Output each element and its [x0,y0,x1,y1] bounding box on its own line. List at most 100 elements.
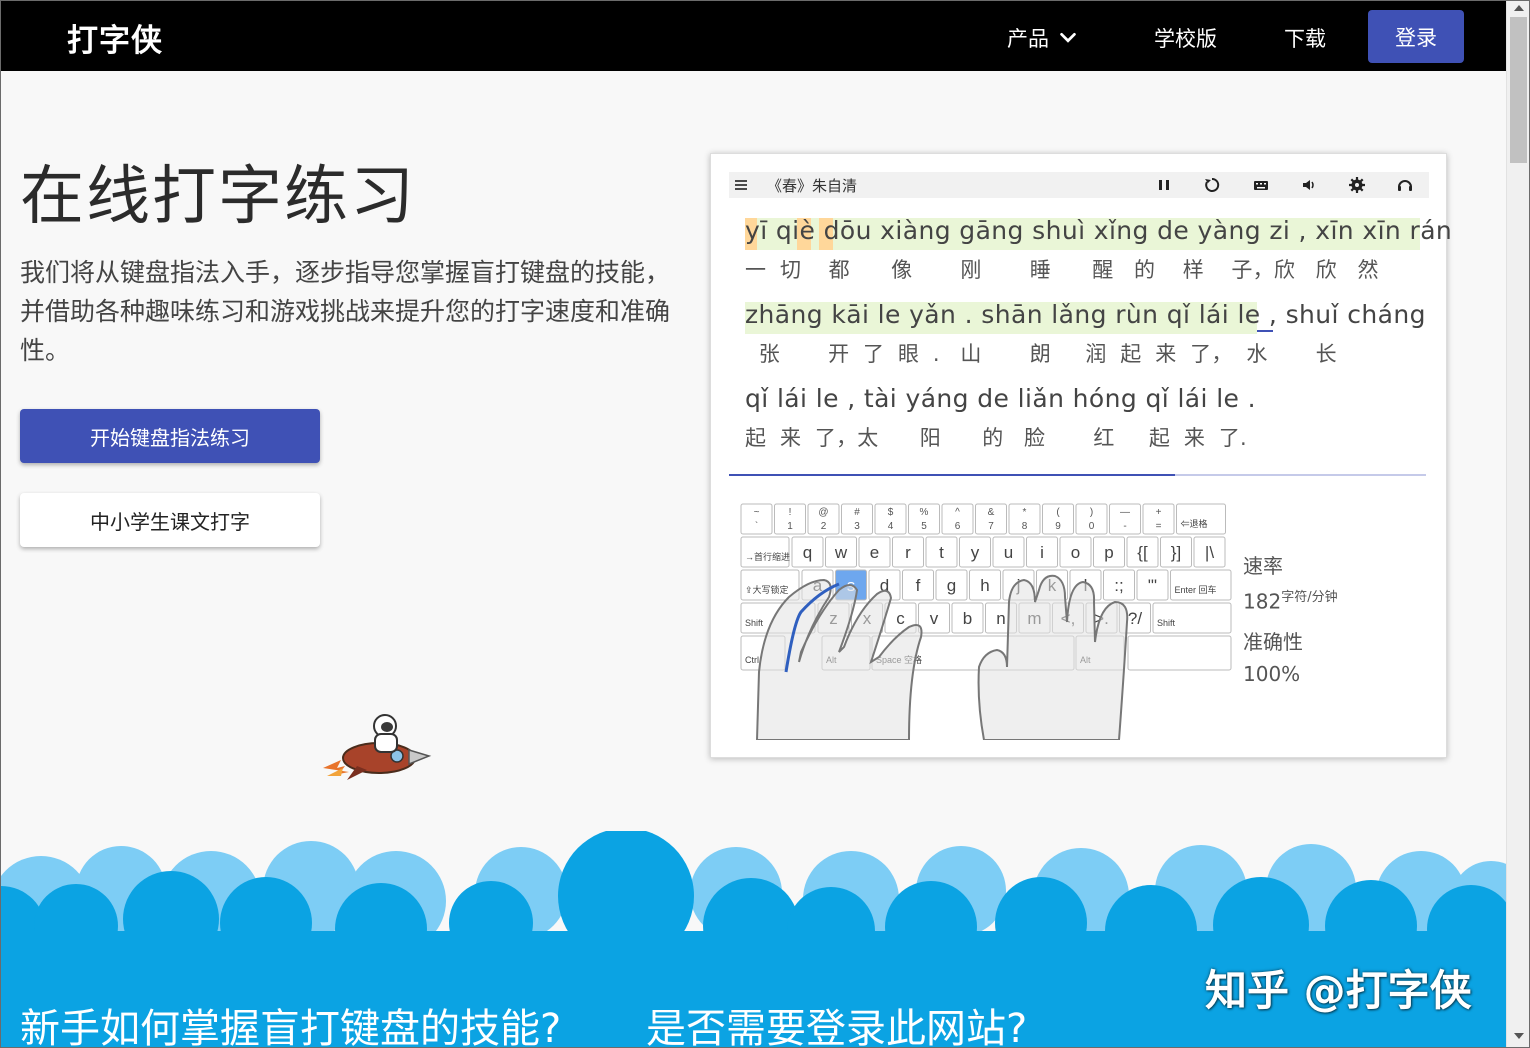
svg-text:#: # [854,507,860,518]
keyboard-key: {[ [1126,536,1159,568]
keyboard-key: !1 [774,503,806,535]
restart-icon[interactable] [1203,176,1221,194]
svg-text:!: ! [789,507,792,518]
speed-value-row: 182字符/分钟 [1243,583,1338,617]
student-text-typing-button[interactable]: 中小学生课文打字 [20,493,320,547]
svg-text:|\: |\ [1205,543,1214,562]
svg-text:+: + [1156,507,1162,518]
lesson-title: 《春》朱自清 [767,177,858,195]
speed-value: 182 [1243,589,1282,614]
nav-school-link[interactable]: 学校版 [1154,23,1217,53]
accuracy-label: 准确性 [1243,629,1303,654]
accuracy-value: 100% [1243,661,1301,686]
keyboard-key: g [935,569,968,601]
pause-icon[interactable] [1155,176,1173,194]
brand-logo[interactable]: 打字侠 [67,15,163,60]
svg-text:&: & [988,507,995,518]
keyboard-key: @2 [807,503,840,535]
svg-text:n: n [996,609,1005,628]
settings-gear-icon[interactable] [1348,176,1366,194]
svg-text:5: 5 [921,521,927,532]
keyboard-key: ^6 [941,503,974,535]
demo-toolbar: 《春》朱自清 [729,172,1429,198]
hanzi-line: 张 开 了 眼 . 山 朗 润 起 来 了， 水 长 [745,342,1337,366]
keyboard-key: b [951,602,984,634]
svg-text:0: 0 [1089,521,1095,532]
svg-text:f: f [916,576,921,595]
svg-text:o: o [1071,543,1080,562]
svg-text:g: g [947,576,956,595]
hero-description: 我们将从键盘指法入手，逐步指导您掌握盲打键盘的技能，并借助各种趣味练习和游戏挑战… [20,258,671,365]
svg-text:y: y [971,543,980,562]
svg-text:=: = [1156,521,1162,532]
volume-icon[interactable] [1300,176,1318,194]
svg-text:}]: }] [1171,543,1181,562]
svg-text:"': "' [1148,576,1157,595]
svg-text:$: $ [888,507,894,518]
keyboard-key: *8 [1008,503,1041,535]
keyboard-key: y [959,536,991,568]
backspace-key: ⇐退格 [1176,503,1226,535]
scroll-thumb[interactable] [1510,17,1527,163]
keyboard-key: —- [1109,503,1141,535]
svg-text:`: ` [755,520,758,532]
svg-text::;: :; [1114,576,1123,595]
svg-text:): ) [1090,507,1093,518]
svg-text:^: ^ [955,507,960,518]
keyboard-key: f [902,569,934,601]
right-shift-key: Shift [1152,602,1232,634]
svg-text:9: 9 [1055,521,1061,532]
faq-question-login-required[interactable]: 是否需要登录此网站? [646,996,1027,1047]
scroll-down-arrow-icon[interactable] [1514,1033,1524,1039]
zhihu-watermark: 知乎 @打字侠 [1205,966,1472,1015]
pinyin-line: yī qiè dōu xiàng gāng shuì xǐng de yàng … [745,216,1453,245]
hanzi-line: 一 切 都 像 刚 睡 醒 的 样 子，欣 欣 然 [745,258,1379,282]
svg-text:u: u [1004,543,1013,562]
svg-text:e: e [870,543,879,562]
pinyin-line: zhāng kāi le yǎn . shān lǎng rùn qǐ lái … [745,300,1426,329]
help-headset-icon[interactable] [1396,176,1414,194]
svg-text:2: 2 [821,521,827,532]
svg-text:⇪大写锁定: ⇪大写锁定 [745,584,789,595]
nav-download-link[interactable]: 下载 [1284,23,1326,53]
pinyin-line: qǐ lái le , tài yáng de liǎn hóng qǐ lái… [745,384,1257,413]
keyboard-key: }] [1160,536,1192,568]
keyboard-key: (9 [1042,503,1074,535]
astronaut-rocket-illustration [323,714,432,780]
svg-text:b: b [963,609,972,628]
faq-question-blind-typing[interactable]: 新手如何掌握盲打键盘的技能? [20,996,561,1047]
virtual-keyboard: ~`!1@2#3$4%5^6&7*8(9)0—-+= ⇐退格→首行缩进 q w e r t y… [740,503,1232,740]
nav-products-menu[interactable]: 产品 [1007,23,1079,53]
hanzi-line: 起 来 了，太 阳 的 脸 红 起 来 了. [745,426,1247,450]
svg-text:i: i [1040,543,1044,562]
svg-text:{[: {[ [1137,543,1148,562]
keyboard-key: u [992,536,1025,568]
svg-text:Ctrl: Ctrl [745,655,759,665]
svg-text:q: q [803,543,812,562]
typing-progress-bar [729,474,1426,476]
keyboard-key: #3 [841,503,873,535]
keyboard-key: t [925,536,958,568]
keyboard-key: )0 [1075,503,1108,535]
menu-icon[interactable] [734,178,748,192]
keyboard-icon[interactable] [1252,176,1270,194]
keyboard-key: h [969,569,1001,601]
progress-fill [729,474,1176,476]
svg-text:Shift: Shift [745,618,764,628]
keyboard-key: &7 [975,503,1007,535]
svg-text:3: 3 [854,521,860,532]
nav-products-label: 产品 [1007,27,1049,51]
keyboard-key: "' [1136,569,1169,601]
keyboard-key: e [858,536,891,568]
start-fingering-practice-button[interactable]: 开始键盘指法练习 [20,409,320,463]
vertical-scrollbar[interactable] [1506,1,1529,1047]
keyboard-key: |\ [1193,536,1226,568]
keyboard-key: r [892,536,924,568]
scroll-up-arrow-icon[interactable] [1514,5,1524,11]
login-button[interactable]: 登录 [1368,10,1464,63]
keyboard-key: p [1093,536,1125,568]
keyboard-key: ~` [740,503,773,535]
svg-text:Enter 回车: Enter 回车 [1175,584,1217,595]
svg-text:h: h [980,576,989,595]
svg-text:1: 1 [787,521,793,532]
